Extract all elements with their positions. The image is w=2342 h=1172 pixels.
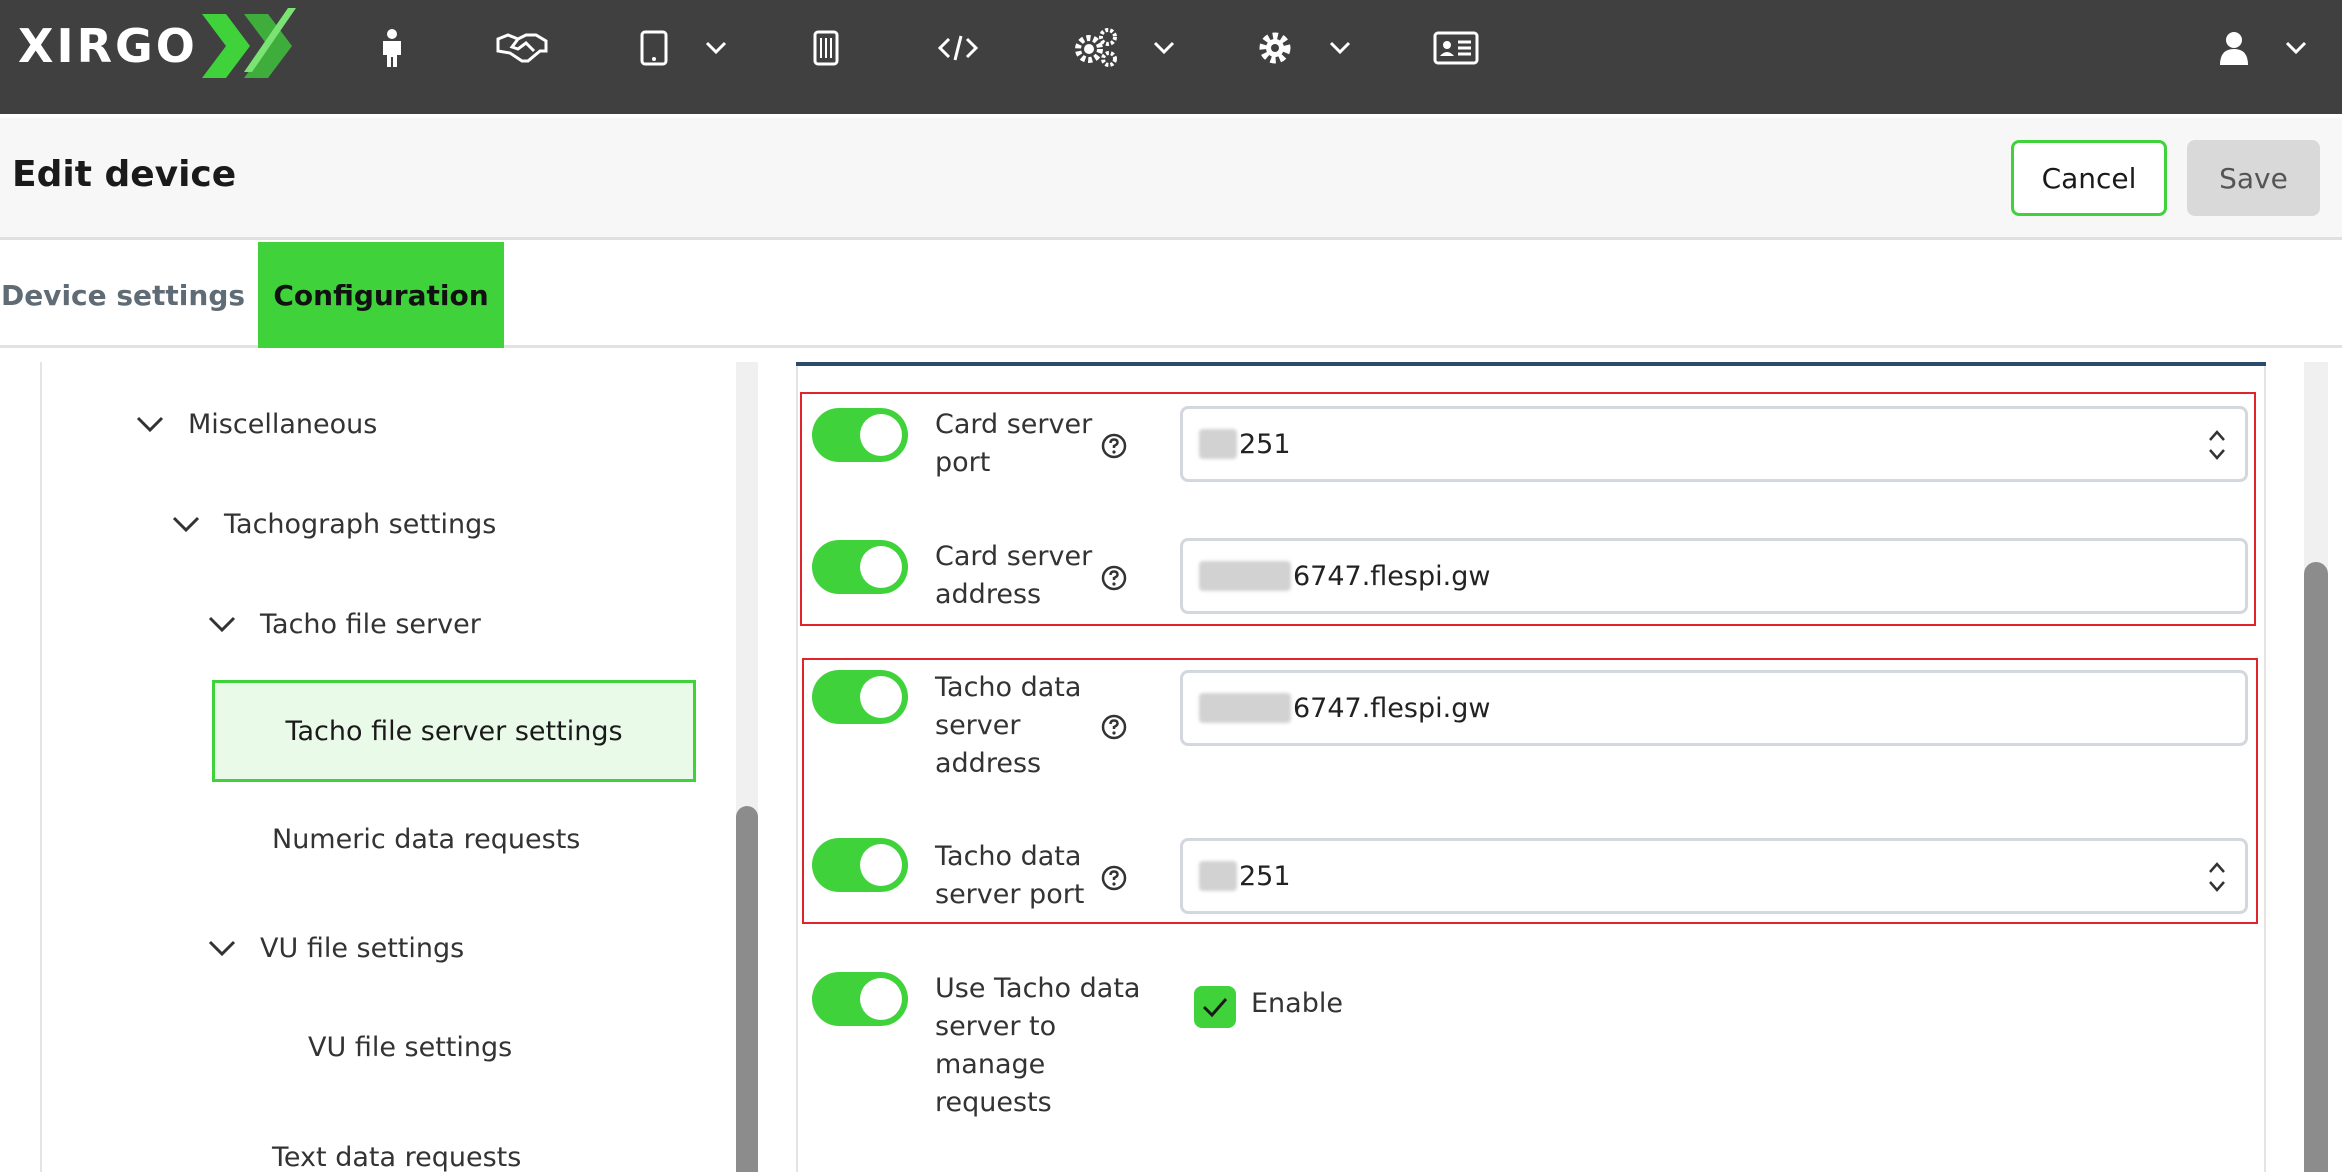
- sim-card-icon[interactable]: [808, 20, 844, 76]
- tab-device-settings[interactable]: Device settings: [0, 242, 246, 348]
- redacted-value: [1199, 561, 1291, 591]
- chevron-down-icon[interactable]: [1150, 36, 1178, 60]
- chevron-down-icon[interactable]: [168, 506, 204, 542]
- page-title: Edit device: [12, 154, 237, 195]
- tree-item-label: VU file settings: [260, 932, 465, 964]
- save-button[interactable]: Save: [2187, 140, 2320, 216]
- chevron-down-icon[interactable]: [702, 36, 730, 60]
- tree-item-label: Tachograph settings: [224, 508, 497, 540]
- tree-item-label: VU file settings: [308, 1032, 513, 1063]
- tacho-data-server-address-value: 6747.flespi.gw: [1293, 692, 1491, 724]
- chevron-down-icon[interactable]: [204, 930, 240, 966]
- redacted-value: [1199, 429, 1237, 459]
- xirgo-logo[interactable]: XIRGO: [18, 8, 302, 84]
- number-stepper-icon[interactable]: [2205, 859, 2229, 895]
- tree-item-label: Numeric data requests: [272, 824, 581, 855]
- handshake-icon[interactable]: [494, 20, 550, 76]
- tacho-data-server-address-toggle[interactable]: [812, 670, 908, 724]
- tacho-data-server-address-input[interactable]: 6747.flespi.gw: [1180, 670, 2248, 746]
- tree-item-miscellaneous[interactable]: Miscellaneous: [132, 406, 377, 442]
- logo-text: XIRGO: [18, 19, 198, 73]
- help-icon[interactable]: [1100, 432, 1128, 460]
- edit-header: Edit device Cancel Save: [0, 118, 2342, 240]
- tree-item-label: Tacho file server: [260, 608, 481, 640]
- tacho-data-server-port-value: 251: [1239, 860, 1291, 892]
- code-icon[interactable]: [936, 20, 980, 76]
- tree-item-tachograph-settings[interactable]: Tachograph settings: [168, 506, 496, 542]
- card-server-port-value: 251: [1239, 428, 1291, 460]
- card-server-address-label: Card server address: [935, 541, 1093, 610]
- tree-scrollbar-thumb[interactable]: [736, 806, 758, 1172]
- chevron-down-icon[interactable]: [204, 606, 240, 642]
- enable-checkbox[interactable]: [1194, 986, 1236, 1028]
- check-icon: [1202, 998, 1228, 1018]
- tree-item-label: Text data requests: [272, 1142, 522, 1172]
- tree-item-numeric-data-requests[interactable]: Numeric data requests: [272, 824, 580, 855]
- tree-item-vu-file-settings-group[interactable]: VU file settings: [204, 930, 464, 966]
- card-server-address-toggle[interactable]: [812, 540, 908, 594]
- help-icon[interactable]: [1100, 564, 1128, 592]
- enable-checkbox-label: Enable: [1251, 988, 1343, 1019]
- user-icon[interactable]: [2218, 20, 2250, 76]
- redacted-value: [1199, 693, 1291, 723]
- chevron-down-icon[interactable]: [2282, 36, 2310, 60]
- chevron-down-icon[interactable]: [1326, 36, 1354, 60]
- tacho-data-server-address-label: Tacho data server address: [935, 672, 1082, 779]
- tree-item-vu-file-settings[interactable]: VU file settings: [308, 1032, 512, 1063]
- card-server-port-toggle[interactable]: [812, 408, 908, 462]
- redacted-value: [1199, 861, 1237, 891]
- tacho-data-server-port-toggle[interactable]: [812, 838, 908, 892]
- panel-top-border: [796, 362, 2266, 366]
- cogs-icon[interactable]: [1070, 20, 1122, 76]
- card-server-address-input[interactable]: 6747.flespi.gw: [1180, 538, 2248, 614]
- card-server-port-label: Card server port: [935, 409, 1093, 478]
- tab-configuration[interactable]: Configuration: [258, 242, 504, 348]
- tree-item-text-data-requests[interactable]: Text data requests: [272, 1142, 521, 1172]
- tree-item-tacho-file-server-settings[interactable]: Tacho file server settings: [212, 680, 696, 782]
- help-icon[interactable]: [1100, 713, 1128, 741]
- logo-x-mark: [201, 8, 296, 78]
- number-stepper-icon[interactable]: [2205, 427, 2229, 463]
- tablet-icon[interactable]: [636, 20, 672, 76]
- config-scrollbar-thumb[interactable]: [2304, 562, 2328, 1172]
- top-navbar: XIRGO: [0, 0, 2342, 114]
- tree-item-label: Miscellaneous: [188, 408, 378, 440]
- id-card-icon[interactable]: [1432, 20, 1480, 76]
- use-tacho-data-server-toggle[interactable]: [812, 972, 908, 1026]
- tree-item-tacho-file-server[interactable]: Tacho file server: [204, 606, 481, 642]
- person-icon[interactable]: [372, 20, 412, 76]
- help-icon[interactable]: [1100, 864, 1128, 892]
- gear-icon[interactable]: [1254, 20, 1296, 76]
- cancel-button[interactable]: Cancel: [2011, 140, 2167, 216]
- card-server-port-input[interactable]: 251: [1180, 406, 2248, 482]
- card-server-address-value: 6747.flespi.gw: [1293, 560, 1491, 592]
- use-tacho-data-server-label: Use Tacho data server to manage requests: [935, 973, 1141, 1118]
- tab-bar: Device settings Configuration: [0, 242, 2342, 348]
- chevron-down-icon[interactable]: [132, 406, 168, 442]
- config-tree: Miscellaneous Tachograph settings Tacho …: [40, 362, 760, 1172]
- tacho-data-server-port-input[interactable]: 251: [1180, 838, 2248, 914]
- tacho-data-server-port-label: Tacho data server port: [935, 841, 1085, 910]
